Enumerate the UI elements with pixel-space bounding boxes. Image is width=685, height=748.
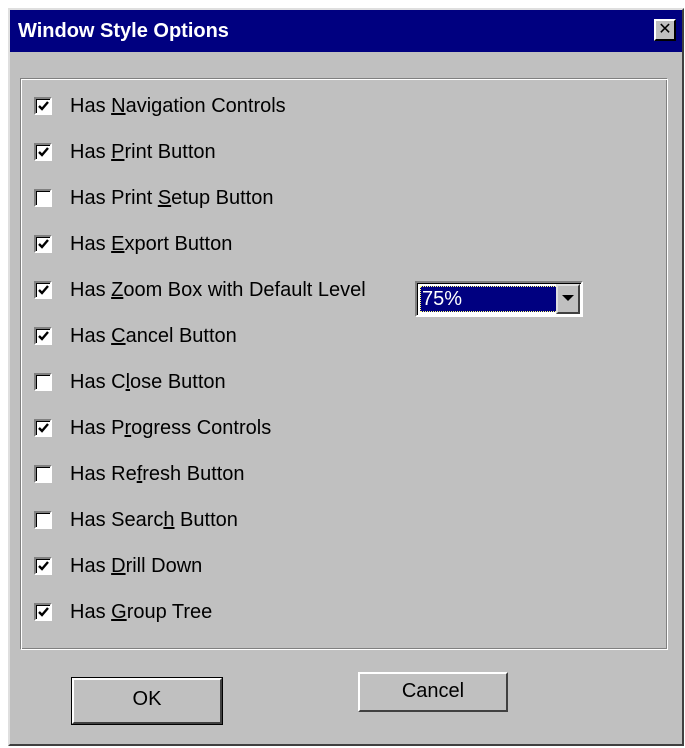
option-row[interactable]: Has Close Button <box>34 368 226 396</box>
option-row[interactable]: Has Search Button <box>34 506 238 534</box>
close-icon: ✕ <box>658 21 672 38</box>
title-bar[interactable]: Window Style Options ✕ <box>10 10 682 52</box>
check-icon <box>38 285 49 295</box>
cancel-button-label: Cancel <box>401 680 465 702</box>
option-label: Has Group Tree <box>70 601 213 623</box>
zoom-dropdown-button[interactable] <box>556 284 580 314</box>
ok-button-label: OK <box>132 688 162 710</box>
check-icon <box>38 423 49 433</box>
option-checkbox[interactable] <box>34 419 52 437</box>
option-row[interactable]: Has Export Button <box>34 230 232 258</box>
option-row[interactable]: Has Cancel Button <box>34 322 237 350</box>
window-title: Window Style Options <box>18 20 229 42</box>
option-row[interactable]: Has Print Setup Button <box>34 184 273 212</box>
option-label: Has Zoom Box with Default Level <box>70 279 366 301</box>
cancel-button[interactable]: Cancel <box>358 672 508 712</box>
zoom-level-value: 75% <box>420 286 558 312</box>
close-button[interactable]: ✕ <box>654 19 676 41</box>
option-checkbox[interactable] <box>34 557 52 575</box>
option-row[interactable]: Has Progress Controls <box>34 414 271 442</box>
option-label: Has Export Button <box>70 233 233 255</box>
option-label: Has Search Button <box>70 509 238 531</box>
check-icon <box>38 147 49 157</box>
option-row[interactable]: Has Navigation Controls <box>34 92 286 120</box>
check-icon <box>38 331 49 341</box>
zoom-level-select[interactable]: 75% <box>415 281 583 317</box>
option-row[interactable]: Has Zoom Box with Default Level <box>34 276 366 304</box>
option-label: Has Cancel Button <box>70 325 237 347</box>
option-checkbox[interactable] <box>34 327 52 345</box>
option-label: Has Navigation Controls <box>70 95 286 117</box>
option-row[interactable]: Has Drill Down <box>34 552 202 580</box>
ok-button[interactable]: OK <box>71 677 223 725</box>
option-checkbox[interactable] <box>34 143 52 161</box>
option-label: Has Drill Down <box>70 555 203 577</box>
option-label: Has Refresh Button <box>70 463 245 485</box>
dialog-window: Window Style Options ✕ Has Navigation Co… <box>8 8 684 746</box>
option-label: Has Print Setup Button <box>70 187 274 209</box>
check-icon <box>38 607 49 617</box>
option-checkbox[interactable] <box>34 281 52 299</box>
option-checkbox[interactable] <box>34 235 52 253</box>
chevron-down-icon <box>562 295 574 301</box>
option-checkbox[interactable] <box>34 465 52 483</box>
check-icon <box>38 561 49 571</box>
option-label: Has Print Button <box>70 141 216 163</box>
option-checkbox[interactable] <box>34 603 52 621</box>
option-row[interactable]: Has Print Button <box>34 138 216 166</box>
option-label: Has Progress Controls <box>70 417 272 439</box>
check-icon <box>38 101 49 111</box>
option-checkbox[interactable] <box>34 373 52 391</box>
option-checkbox[interactable] <box>34 511 52 529</box>
option-row[interactable]: Has Group Tree <box>34 598 212 626</box>
option-row[interactable]: Has Refresh Button <box>34 460 245 488</box>
option-checkbox[interactable] <box>34 97 52 115</box>
option-checkbox[interactable] <box>34 189 52 207</box>
option-label: Has Close Button <box>70 371 226 393</box>
check-icon <box>38 239 49 249</box>
